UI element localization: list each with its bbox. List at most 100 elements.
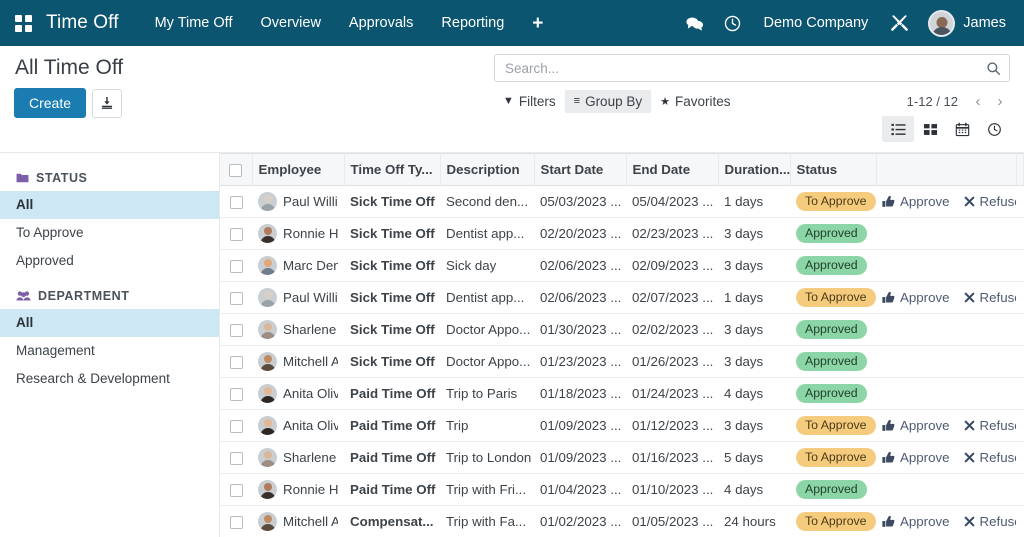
table-row[interactable]: Paul Willia Sick Time Off Dentist app...…	[220, 281, 1024, 314]
row-checkbox[interactable]	[229, 227, 243, 241]
row-checkbox[interactable]	[229, 195, 243, 209]
cell-actions: Approve Refuse	[876, 281, 1016, 314]
nav-item-overview[interactable]: Overview	[246, 0, 334, 46]
main-menu: My Time Off Overview Approvals Reporting…	[141, 0, 558, 46]
refuse-button[interactable]: Refuse	[964, 418, 1016, 433]
table-row[interactable]: Mitchell Ad Sick Time Off Doctor Appo...…	[220, 345, 1024, 378]
group-by-button[interactable]: ≡ Group By	[564, 89, 652, 113]
select-all-checkbox[interactable]	[229, 163, 243, 177]
status-badge: Approved	[796, 256, 867, 275]
filters-button[interactable]: ▼ Filters	[494, 90, 565, 113]
tools-icon[interactable]	[880, 0, 918, 46]
sidebar-item-department-research[interactable]: Research & Development	[0, 365, 219, 393]
employee-avatar	[258, 384, 277, 403]
table-row[interactable]: Sharlene F Sick Time Off Doctor Appo... …	[220, 313, 1024, 346]
row-select-cell[interactable]	[220, 185, 252, 218]
column-header-status[interactable]: Status	[790, 153, 877, 186]
cell-description: Trip with Fri...	[440, 473, 534, 506]
cell-status: To Approve	[790, 505, 876, 537]
row-checkbox[interactable]	[229, 451, 243, 465]
column-header-employee[interactable]: Employee	[252, 153, 345, 186]
user-menu[interactable]: James	[918, 9, 1012, 37]
cell-description: Sick day	[440, 249, 534, 282]
cell-description: Trip with Fa...	[440, 505, 534, 537]
cell-duration: 3 days	[718, 217, 790, 250]
favorites-button[interactable]: ★ Favorites	[651, 90, 739, 113]
nav-item-reporting[interactable]: Reporting	[427, 0, 518, 46]
refuse-button[interactable]: Refuse	[964, 450, 1016, 465]
cell-time-off-type: Sick Time Off	[344, 249, 440, 282]
approve-label: Approve	[900, 514, 950, 529]
cell-end-date: 02/09/2023 ...	[626, 249, 718, 282]
upload-import-icon[interactable]	[92, 88, 123, 118]
pager-previous-icon[interactable]: ‹	[968, 91, 988, 111]
sidebar-item-status-approved[interactable]: Approved	[0, 247, 219, 275]
table-row[interactable]: Marc Dem Sick Time Off Sick day 02/06/20…	[220, 249, 1024, 282]
row-select-cell[interactable]	[220, 441, 252, 474]
new-record-plus-icon[interactable]: +	[518, 0, 557, 46]
sidebar-item-status-all[interactable]: All	[0, 191, 219, 219]
pager-next-icon[interactable]: ›	[990, 91, 1010, 111]
row-select-cell[interactable]	[220, 217, 252, 250]
table-row[interactable]: Mitchell Ad Compensat... Trip with Fa...…	[220, 505, 1024, 537]
row-checkbox[interactable]	[229, 387, 243, 401]
row-select-cell[interactable]	[220, 249, 252, 282]
approve-button[interactable]: Approve	[882, 418, 950, 433]
column-header-start-date[interactable]: Start Date	[534, 153, 627, 186]
kanban-view-icon[interactable]	[914, 116, 946, 142]
row-select-cell[interactable]	[220, 505, 252, 537]
row-select-cell[interactable]	[220, 409, 252, 442]
sidebar-item-department-management[interactable]: Management	[0, 337, 219, 365]
table-row[interactable]: Sharlene F Paid Time Off Trip to London …	[220, 441, 1024, 474]
app-brand-title[interactable]: Time Off	[46, 12, 141, 34]
activity-view-icon[interactable]	[978, 116, 1010, 142]
list-view-icon[interactable]	[882, 116, 914, 142]
refuse-button[interactable]: Refuse	[964, 290, 1016, 305]
row-checkbox[interactable]	[229, 291, 243, 305]
column-header-time-off-type[interactable]: Time Off Ty...	[344, 153, 441, 186]
row-checkbox[interactable]	[229, 483, 243, 497]
row-select-cell[interactable]	[220, 345, 252, 378]
nav-item-approvals[interactable]: Approvals	[335, 0, 427, 46]
nav-item-my-time-off[interactable]: My Time Off	[141, 0, 247, 46]
search-icon[interactable]	[986, 61, 1001, 76]
row-checkbox[interactable]	[229, 355, 243, 369]
approve-button[interactable]: Approve	[882, 194, 950, 209]
search-input[interactable]	[503, 59, 986, 77]
apps-grid-icon[interactable]	[0, 0, 46, 46]
top-navbar: Time Off My Time Off Overview Approvals …	[0, 0, 1024, 46]
sidebar-item-department-all[interactable]: All	[0, 309, 219, 337]
column-header-end-date[interactable]: End Date	[626, 153, 719, 186]
table-row[interactable]: Anita Olive Paid Time Off Trip to Paris …	[220, 377, 1024, 410]
table-row[interactable]: Ronnie Ha Paid Time Off Trip with Fri...…	[220, 473, 1024, 506]
row-checkbox[interactable]	[229, 515, 243, 529]
cell-start-date: 02/06/2023 ...	[534, 249, 626, 282]
approve-button[interactable]: Approve	[882, 290, 950, 305]
sidebar-item-status-to-approve[interactable]: To Approve	[0, 219, 219, 247]
search-bar[interactable]	[494, 54, 1010, 82]
row-select-cell[interactable]	[220, 281, 252, 314]
table-row[interactable]: Ronnie Ha Sick Time Off Dentist app... 0…	[220, 217, 1024, 250]
refuse-button[interactable]: Refuse	[964, 514, 1016, 529]
approve-button[interactable]: Approve	[882, 514, 950, 529]
row-select-cell[interactable]	[220, 313, 252, 346]
table-row[interactable]: Anita Olive Paid Time Off Trip 01/09/202…	[220, 409, 1024, 442]
row-checkbox[interactable]	[229, 323, 243, 337]
row-checkbox[interactable]	[229, 419, 243, 433]
row-select-cell[interactable]	[220, 473, 252, 506]
status-badge: To Approve	[796, 448, 876, 467]
approve-button[interactable]: Approve	[882, 450, 950, 465]
table-row[interactable]: Paul Willia Sick Time Off Second den... …	[220, 185, 1024, 218]
user-name: James	[963, 15, 1006, 31]
chat-bubbles-icon[interactable]	[676, 0, 714, 46]
column-header-description[interactable]: Description	[440, 153, 535, 186]
refuse-button[interactable]: Refuse	[964, 194, 1016, 209]
cell-employee: Sharlene F	[252, 313, 344, 346]
row-checkbox[interactable]	[229, 259, 243, 273]
company-selector[interactable]: Demo Company	[752, 15, 881, 31]
clock-activity-icon[interactable]	[714, 0, 752, 46]
row-select-cell[interactable]	[220, 377, 252, 410]
calendar-view-icon[interactable]	[946, 116, 978, 142]
create-button[interactable]: Create	[14, 88, 87, 118]
column-header-duration[interactable]: Duration...	[718, 153, 791, 186]
